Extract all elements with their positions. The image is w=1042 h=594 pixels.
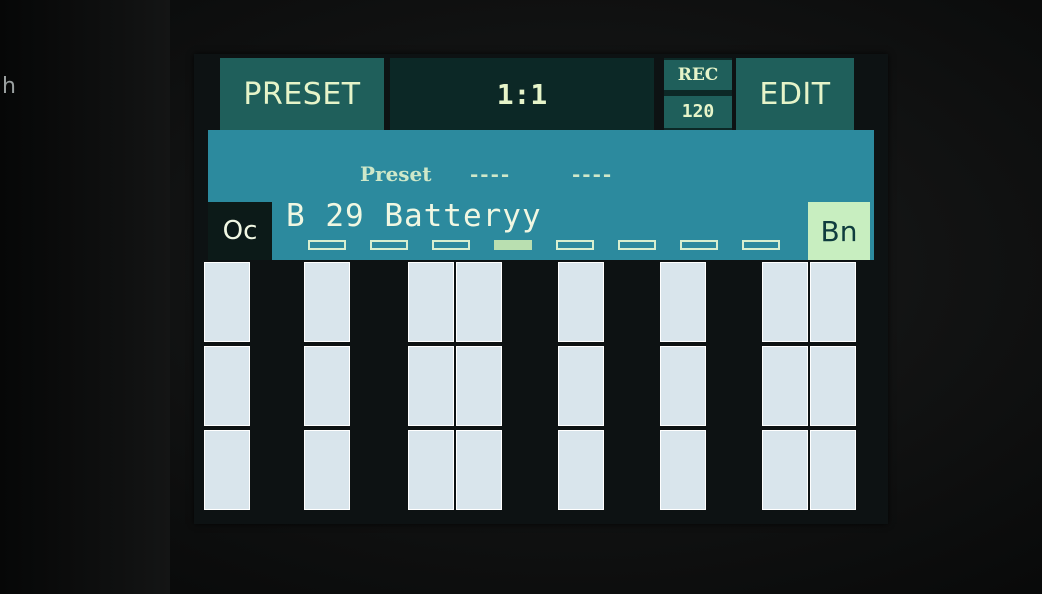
rec-label: REC [664,60,732,90]
pad-button[interactable] [660,346,706,426]
top-bar: PRESET 1:1 REC 120 EDIT [194,54,888,130]
pattern-step [680,240,718,250]
pad-button[interactable] [762,430,808,510]
preset-button[interactable]: PRESET [220,58,384,130]
edit-button[interactable]: EDIT [736,58,854,130]
pad-button[interactable] [558,430,604,510]
preset-slot-b: ---- [572,162,614,186]
preset-slot-a: ---- [470,162,512,186]
pad-button[interactable] [762,346,808,426]
pad-button[interactable] [558,346,604,426]
pattern-step [494,240,532,250]
pad-button[interactable] [456,346,502,426]
pad-button[interactable] [456,262,502,342]
pad-button[interactable] [408,346,454,426]
preset-prefix: Preset [360,162,432,186]
pad-button[interactable] [810,262,856,342]
pad-button[interactable] [408,262,454,342]
pad-button[interactable] [204,262,250,342]
pattern-step [556,240,594,250]
pattern-step [432,240,470,250]
pad-button[interactable] [456,430,502,510]
pattern-step [618,240,656,250]
pad-button[interactable] [660,430,706,510]
pad-button[interactable] [408,430,454,510]
pad-button[interactable] [810,346,856,426]
pattern-step-indicator [308,240,788,254]
pad-grid [194,262,888,524]
pad-button[interactable] [810,430,856,510]
rec-indicator[interactable]: REC 120 [664,58,732,130]
preset-info-panel: Preset ---- ---- Oc B 29 Batteryy Bn [208,130,874,260]
position-counter: 1:1 [390,58,654,130]
pad-button[interactable] [762,262,808,342]
edge-partial-text: h [2,74,16,99]
bank-button[interactable]: Bn [808,202,870,260]
tempo-value: 120 [664,96,732,128]
preset-name: B 29 Batteryy [286,198,542,234]
device-left-edge [0,0,170,594]
pad-button[interactable] [304,346,350,426]
pad-button[interactable] [204,346,250,426]
pad-button[interactable] [660,262,706,342]
octave-button[interactable]: Oc [208,202,272,260]
pattern-step [742,240,780,250]
pad-button[interactable] [558,262,604,342]
pattern-step [308,240,346,250]
pad-button[interactable] [304,430,350,510]
pattern-step [370,240,408,250]
pad-button[interactable] [304,262,350,342]
pad-button[interactable] [204,430,250,510]
lcd-screen: PRESET 1:1 REC 120 EDIT Preset ---- ----… [194,54,888,524]
